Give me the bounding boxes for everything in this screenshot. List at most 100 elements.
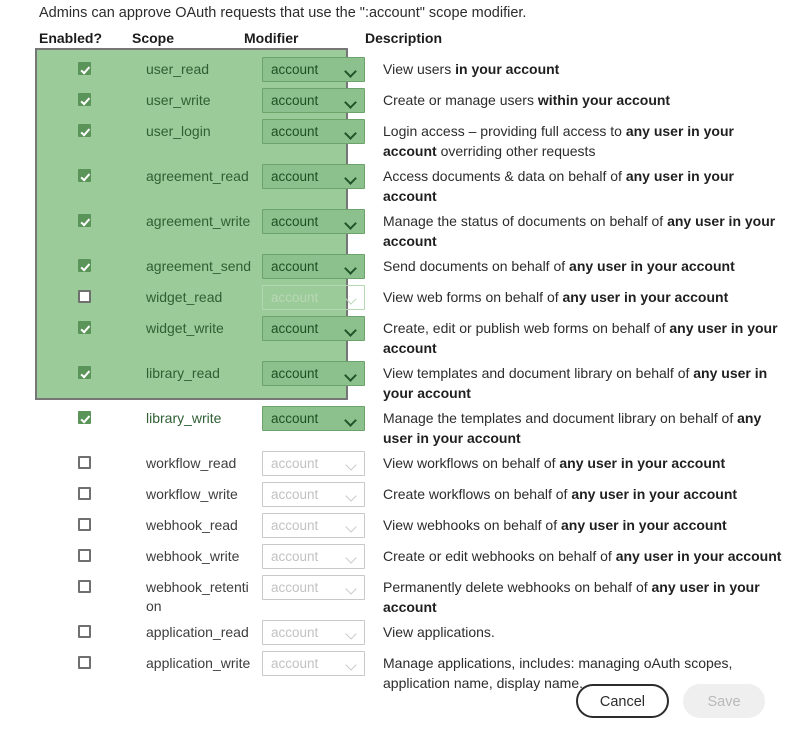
scope-description: View workflows on behalf of any user in … [370,448,791,473]
scope-name: agreement_write [146,213,251,229]
enabled-checkbox-cell [39,541,146,562]
checkbox-unchecked-icon[interactable] [78,580,91,593]
description-text: Manage the status of documents on behalf… [383,213,668,229]
modifier-cell: account [262,541,370,569]
checkbox-checked-icon[interactable] [78,214,91,227]
modifier-select-value: account [271,656,319,671]
cancel-button[interactable]: Cancel [575,684,669,718]
scope-permissions-panel: Admins can approve OAuth requests that u… [0,0,798,732]
table-row: user_read account View users in your accou… [39,54,791,85]
checkbox-checked-icon[interactable] [78,124,91,137]
enabled-checkbox-cell [39,251,146,272]
checkbox-unchecked-icon[interactable] [78,625,91,638]
checkbox-unchecked-icon[interactable] [78,290,91,303]
description-emphasis: any user in your account [615,548,782,564]
checkbox-unchecked-icon[interactable] [78,487,91,500]
modifier-cell: account [262,510,370,538]
modifier-cell: account [262,572,370,600]
table-row: widget_write account Create, edit or publi… [39,313,791,358]
modifier-select[interactable]: account [262,164,365,189]
scope-description: Manage the status of documents on behalf… [370,206,791,251]
scope-name: webhook_retention [146,579,249,614]
scope-description: Create or edit webhooks on behalf of any… [370,541,791,566]
modifier-select-value: account [271,259,319,274]
table-row: webhook_read account View webhooks on beha… [39,510,791,541]
save-button[interactable]: Save [683,684,765,718]
modifier-cell: account [262,54,370,82]
description-text: Login access – providing full access to [383,123,626,139]
scope-description: View applications. [370,617,791,642]
description-text: View templates and document library on b… [383,365,694,381]
chevron-down-icon [344,96,357,109]
table-header-row: Enabled? Scope Modifier Description [39,30,791,54]
modifier-select[interactable]: account [262,57,365,82]
checkbox-checked-icon[interactable] [78,366,91,379]
header-description: Description [365,30,443,46]
description-text: View applications. [383,624,495,640]
checkbox-unchecked-icon[interactable] [78,518,91,531]
scope-name: webhook_read [146,517,238,533]
description-emphasis: any user in your account [559,455,726,471]
chevron-down-icon [345,583,357,595]
modifier-select-value: account [271,62,319,77]
chevron-down-icon [345,659,357,671]
scopes-table: Enabled? Scope Modifier Description user… [39,30,791,693]
description-text: Send documents on behalf of [383,258,570,274]
header-modifier: Modifier [244,30,299,46]
checkbox-checked-icon[interactable] [78,93,91,106]
description-emphasis: within your account [537,92,671,108]
description-text: Create or edit webhooks on behalf of [383,548,616,564]
footer-actions: Cancel Save [0,684,798,718]
checkbox-checked-icon[interactable] [78,259,91,272]
enabled-checkbox-cell [39,85,146,106]
modifier-select[interactable]: account [262,254,365,279]
checkbox-checked-icon[interactable] [78,62,91,75]
scope-description: Manage the templates and document librar… [370,403,791,448]
scope-description: Access documents & data on behalf of any… [370,161,791,206]
scope-description: View templates and document library on b… [370,358,791,403]
modifier-cell: account [262,403,370,431]
checkbox-unchecked-icon[interactable] [78,656,91,669]
modifier-select[interactable]: account [262,209,365,234]
modifier-select-value: account [271,214,319,229]
modifier-select[interactable]: account [262,316,365,341]
description-text: Permanently delete webhooks on behalf of [383,579,652,595]
modifier-select-value: account [271,411,319,426]
modifier-select-value: account [271,366,319,381]
modifier-select-value: account [271,487,319,502]
enabled-checkbox-cell [39,358,146,379]
enabled-checkbox-cell [39,161,146,182]
modifier-select[interactable]: account [262,88,365,113]
scope-name: user_read [146,61,210,77]
description-text: Manage the templates and document librar… [383,410,738,426]
scope-description: View webhooks on behalf of any user in y… [370,510,791,535]
modifier-cell: account [262,648,370,676]
checkbox-checked-icon[interactable] [78,169,91,182]
modifier-select: account [262,620,365,645]
modifier-select-value: account [271,124,319,139]
scope-name: application_write [146,655,251,671]
enabled-checkbox-cell [39,403,146,424]
chevron-down-icon [345,293,357,305]
enabled-checkbox-cell [39,116,146,137]
table-row: user_write account Create or manage users … [39,85,791,116]
chevron-down-icon [344,324,357,337]
description-text-tail: overriding other requests [436,143,596,159]
checkbox-checked-icon[interactable] [78,321,91,334]
modifier-select[interactable]: account [262,361,365,386]
scope-description: Send documents on behalf of any user in … [370,251,791,276]
scope-name: workflow_write [146,486,238,502]
checkbox-unchecked-icon[interactable] [78,549,91,562]
modifier-select-value: account [271,625,319,640]
description-emphasis: in your account [455,61,560,77]
modifier-select[interactable]: account [262,406,365,431]
checkbox-checked-icon[interactable] [78,411,91,424]
table-row: library_read account View templates and do… [39,358,791,403]
chevron-down-icon [344,369,357,382]
intro-text: Admins can approve OAuth requests that u… [39,5,527,21]
table-row: agreement_write account Manage the status … [39,206,791,251]
checkbox-unchecked-icon[interactable] [78,456,91,469]
modifier-select[interactable]: account [262,119,365,144]
description-text: Access documents & data on behalf of [383,168,626,184]
modifier-cell: account [262,617,370,645]
